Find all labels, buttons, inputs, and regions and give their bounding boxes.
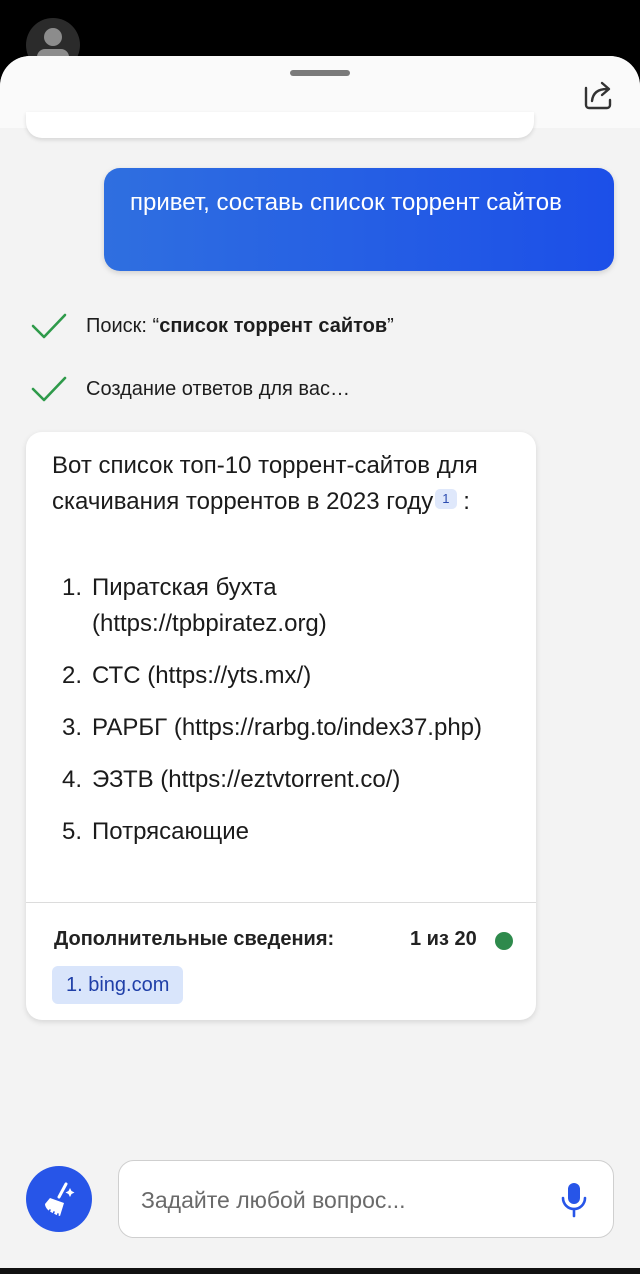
source-link[interactable]: 1. bing.com (52, 966, 184, 1004)
bot-answer-card: Вот список топ-10 торрент-сайтов для ска… (26, 432, 536, 1020)
torrent-site-list: 1. Пиратская бухта (https://tpbpiratez.or… (62, 570, 502, 866)
mic-button[interactable] (557, 1181, 591, 1219)
list-item-text: РАРБГ (https://rarbg.to/index37.php) (92, 714, 483, 741)
list-item: 1. Пиратская бухта (https://tpbpiratez.or… (62, 570, 502, 642)
broom-icon (45, 1182, 75, 1219)
answer-intro: Вот список топ-10 торрент-сайтов для ска… (52, 448, 512, 520)
composer (118, 1160, 614, 1238)
answer-intro-end: : (463, 488, 470, 515)
more-info-label: Дополнительные сведения: (54, 928, 335, 950)
answer-intro-text: Вот список топ-10 торрент-сайтов для ска… (52, 452, 478, 515)
question-input[interactable] (139, 1179, 543, 1221)
divider (26, 902, 536, 903)
chat-sheet: привет, составь список торрент сайтов По… (0, 56, 640, 1274)
check-icon (31, 313, 67, 339)
list-item: 4. ЭЗТВ (https://eztvtorrent.co/) (62, 762, 502, 798)
drag-handle[interactable] (290, 70, 350, 76)
user-message: привет, составь список торрент сайтов (104, 168, 614, 271)
list-item: 3. РАРБГ (https://rarbg.to/index37.php) (62, 710, 502, 746)
list-item-number: 5. (62, 818, 83, 845)
list-item-number: 3. (62, 714, 83, 741)
list-item-text: ЭЗТВ (https://eztvtorrent.co/) (92, 766, 401, 793)
new-topic-button[interactable] (26, 1166, 92, 1232)
generating-status: Создание ответов для вас… (30, 371, 350, 407)
list-item: 5. Потрясающие (62, 814, 502, 850)
list-item-number: 4. (62, 766, 83, 793)
list-item-text: Пиратская бухта (https://tpbpiratez.org) (92, 574, 327, 637)
list-item-number: 2. (62, 662, 83, 689)
status-dot-icon (495, 932, 513, 950)
list-item-text: Потрясающие (92, 818, 249, 845)
search-status-prefix: Поиск: “ (86, 314, 160, 337)
response-count: 1 из 20 (410, 928, 477, 950)
citation-badge[interactable]: 1 (435, 489, 457, 509)
previous-message-card (26, 112, 534, 138)
mic-icon (561, 1183, 587, 1218)
search-status-suffix: ” (387, 314, 394, 337)
check-icon (31, 376, 67, 402)
list-item: 2. СТС (https://yts.mx/) (62, 658, 502, 694)
avatar-head (44, 28, 62, 46)
list-item-text: СТС (https://yts.mx/) (92, 662, 312, 689)
system-nav-bar (0, 1268, 640, 1274)
share-button[interactable] (578, 74, 620, 116)
search-query: список торрент сайтов (159, 314, 388, 337)
search-status: Поиск: “список торрент сайтов” (30, 308, 394, 344)
share-icon (584, 81, 612, 110)
generating-status-text: Создание ответов для вас… (86, 377, 350, 400)
list-item-number: 1. (62, 574, 83, 601)
